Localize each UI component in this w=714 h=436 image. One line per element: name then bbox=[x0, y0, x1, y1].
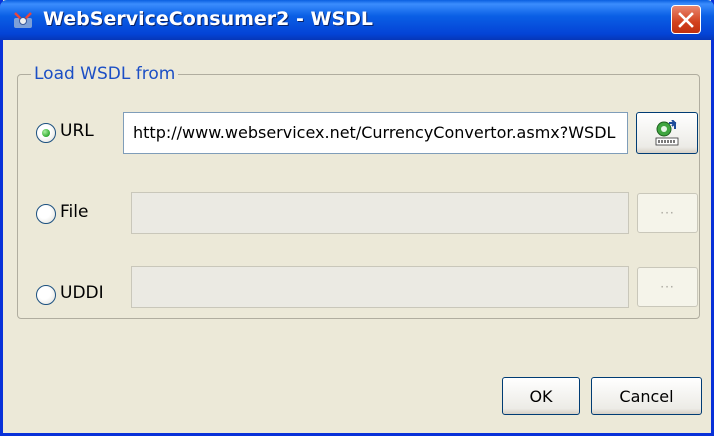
ok-button[interactable]: OK bbox=[502, 377, 580, 415]
app-icon bbox=[14, 12, 32, 28]
window-title: WebServiceConsumer2 - WSDL bbox=[43, 8, 374, 30]
fetch-wsdl-button[interactable] bbox=[636, 112, 698, 154]
uddi-label: UDDI bbox=[60, 283, 104, 303]
cancel-button[interactable]: Cancel bbox=[591, 377, 702, 415]
file-input[interactable] bbox=[131, 192, 629, 234]
url-input[interactable]: http://www.webservicex.net/CurrencyConve… bbox=[123, 112, 628, 154]
close-icon bbox=[678, 11, 694, 28]
url-label: URL bbox=[60, 121, 94, 141]
uddi-input[interactable] bbox=[131, 266, 629, 308]
fetch-wsdl-icon bbox=[655, 120, 679, 146]
browse-uddi-button[interactable]: ··· bbox=[637, 267, 698, 307]
file-radio[interactable] bbox=[36, 204, 56, 224]
uddi-radio[interactable] bbox=[36, 285, 56, 305]
title-bar[interactable]: WebServiceConsumer2 - WSDL bbox=[0, 0, 714, 40]
group-legend: Load WSDL from bbox=[31, 64, 179, 84]
url-radio[interactable] bbox=[36, 123, 56, 143]
browse-file-button[interactable]: ··· bbox=[637, 193, 698, 233]
close-button[interactable] bbox=[671, 5, 701, 34]
radio-selected-dot bbox=[42, 129, 50, 137]
file-label: File bbox=[60, 202, 89, 222]
